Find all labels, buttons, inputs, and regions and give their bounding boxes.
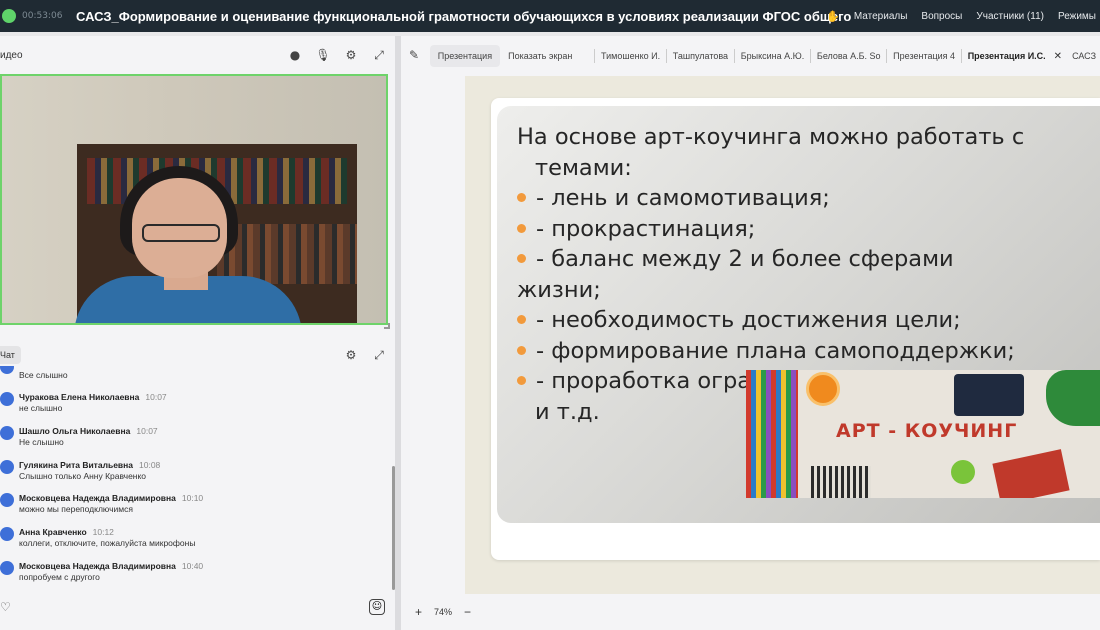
tab-overflow[interactable]: САСЗ [1068, 51, 1100, 61]
image-label: АРТ - КОУЧИНГ [836, 420, 1018, 442]
nav-participants[interactable]: Участники (11) [976, 11, 1044, 22]
chat-expand-icon[interactable]: ⤢ [371, 347, 387, 363]
bullet-dot [517, 315, 526, 324]
tab-belova[interactable]: Белова А.Б. So [813, 51, 885, 61]
emoji-icon[interactable]: ☺ [369, 599, 385, 615]
chat-tab[interactable]: Чат [0, 346, 21, 364]
zoom-in-button[interactable]: + [415, 605, 422, 619]
content-tabs: ✎ Презентация Показать экран Тимошенко И… [401, 36, 1100, 76]
avatar [0, 460, 14, 474]
raise-hand-icon[interactable]: ✋ [826, 10, 840, 23]
bullet-dot [517, 193, 526, 202]
chat-composer: ♡ ☺ [0, 596, 395, 630]
top-nav: ✋ Материалы Вопросы Участники (11) Режим… [826, 0, 1100, 32]
tab-presentation[interactable]: Презентация [429, 45, 501, 67]
video-header: идео ● 🎙 ⚙ ⤢ [0, 36, 395, 74]
tab-presentation-4[interactable]: Презентация 4 [889, 51, 959, 61]
avatar [0, 392, 14, 406]
presentation-panel: ✎ Презентация Показать экран Тимошенко И… [401, 36, 1100, 630]
tab-timoshenko[interactable]: Тимошенко И. [597, 51, 664, 61]
avatar [0, 366, 14, 374]
chat-gear-icon[interactable]: ⚙ [343, 347, 359, 363]
pencil-icon[interactable]: ✎ [409, 48, 420, 64]
tab-presentation-selected[interactable]: Презентация И.С. [964, 51, 1050, 61]
nav-modes[interactable]: Режимы [1058, 11, 1096, 22]
zoom-controls: + 74% − [401, 598, 1100, 626]
microphone-icon[interactable]: 🎙 [315, 47, 331, 63]
nav-questions[interactable]: Вопросы [921, 11, 962, 22]
chat-header: Чат ⚙ ⤢ [0, 342, 395, 368]
gear-icon[interactable]: ⚙ [343, 47, 359, 63]
zoom-level: 74% [434, 607, 453, 617]
bullet-dot [517, 223, 526, 233]
avatar [0, 527, 14, 541]
bullet-dot [517, 254, 526, 263]
nav-materials[interactable]: Материалы [854, 11, 908, 22]
expand-icon[interactable]: ⤢ [371, 47, 387, 63]
video-label: идео [0, 49, 23, 61]
bullet-dot [517, 376, 526, 385]
slide-stage: На основе арт-коучинга можно работать с … [465, 76, 1100, 594]
avatar [0, 493, 14, 507]
tab-tashpulatova[interactable]: Ташпулатова [669, 51, 732, 61]
bullet-dot [517, 345, 526, 355]
close-icon[interactable]: ✕ [1054, 51, 1062, 62]
chat-messages: Все слышно Чуракова Елена Николаевна 10:0… [0, 366, 392, 592]
speaker-video [0, 74, 388, 325]
app-logo [2, 9, 16, 23]
left-panel: идео ● 🎙 ⚙ ⤢ Чат ⚙ ⤢ Все слышно Чуракова… [0, 36, 395, 630]
tab-show-screen[interactable]: Показать экран [504, 51, 576, 61]
session-timer: 00:53:06 [22, 11, 63, 21]
location-icon[interactable]: ● [287, 47, 303, 63]
slide: На основе арт-коучинга можно работать с … [497, 106, 1100, 523]
tab-bryksina[interactable]: Брыксина А.Ю. [737, 51, 809, 61]
heart-icon[interactable]: ♡ [0, 600, 11, 614]
top-bar: 00:53:06 САСЗ_Формирование и оценивание … [0, 0, 1100, 32]
resize-handle[interactable] [384, 323, 390, 329]
art-coaching-image: АРТ - КОУЧИНГ [746, 370, 1100, 498]
avatar [0, 426, 14, 440]
avatar [0, 561, 14, 575]
event-title: САСЗ_Формирование и оценивание функциона… [76, 8, 852, 24]
zoom-out-button[interactable]: − [464, 605, 471, 619]
